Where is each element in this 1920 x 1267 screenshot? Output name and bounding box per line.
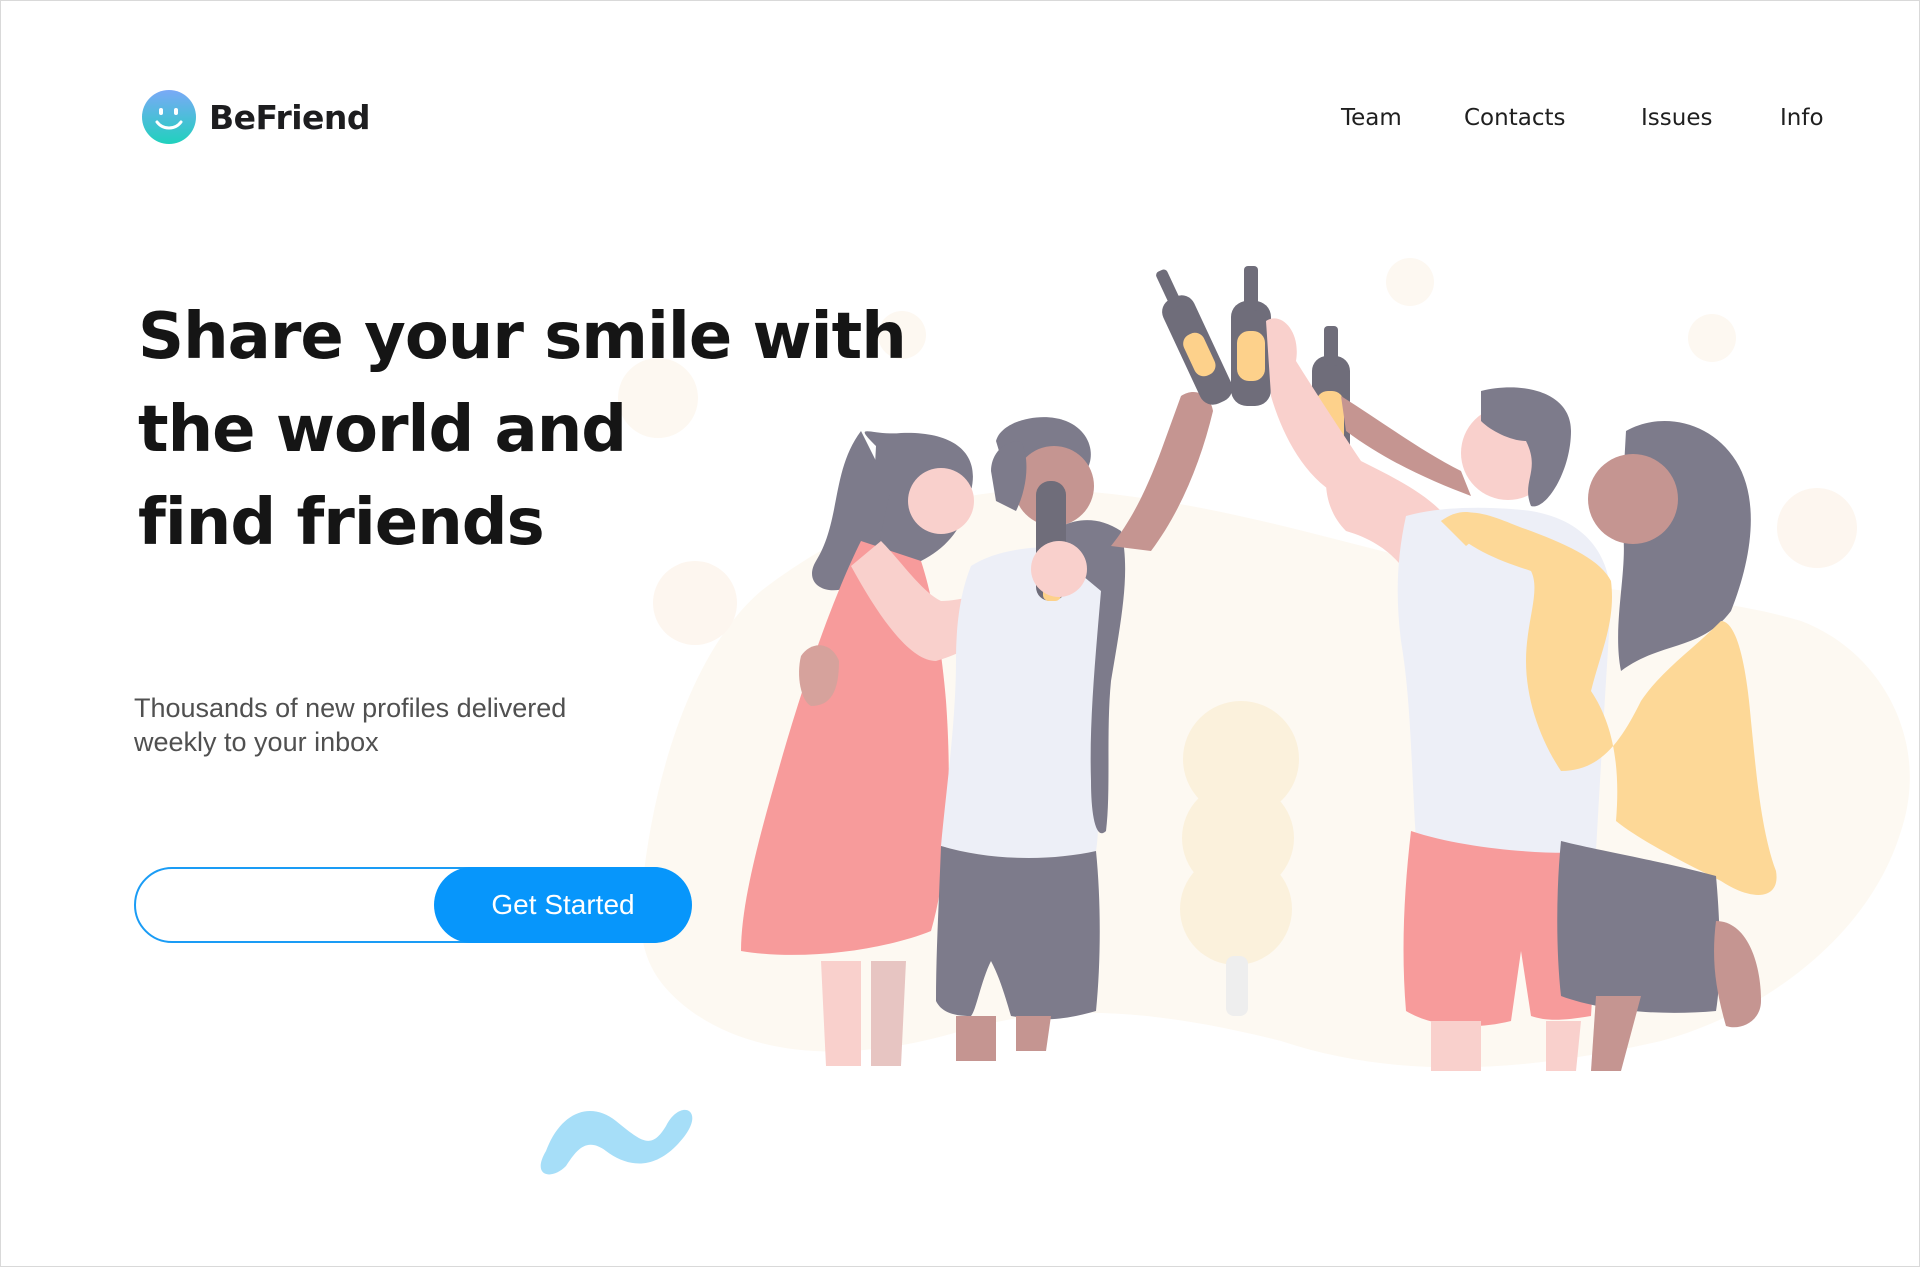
hero-illustration [540, 258, 1910, 1175]
nav-item-team[interactable]: Team [1341, 101, 1402, 135]
bottle-raised-left [1156, 269, 1233, 405]
hero-headline-line: find friends [138, 486, 545, 560]
signup-form: Get Started [134, 867, 692, 943]
email-input[interactable] [158, 881, 438, 929]
nav-item-info[interactable]: Info [1780, 101, 1824, 135]
decor-dot [1777, 488, 1857, 568]
decor-dot [1688, 314, 1736, 362]
top-nav: Team Contacts Issues Info [1, 101, 1919, 135]
get-started-button[interactable]: Get Started [434, 867, 692, 943]
decor-dot [1386, 258, 1434, 306]
hero-headline: Share your smile with the world and find… [138, 291, 907, 570]
hero-subtext-line: weekly to your inbox [134, 727, 379, 757]
hero-headline-line: the world and [138, 393, 627, 467]
hero-subtext-line: Thousands of new profiles delivered [134, 693, 567, 723]
decor-dot [653, 561, 737, 645]
bottle-raised-center [1231, 266, 1271, 406]
nav-item-contacts[interactable]: Contacts [1464, 101, 1565, 135]
landing-page: BeFriend Team Contacts Issues Info Share… [0, 0, 1920, 1267]
hero-headline-line: Share your smile with [138, 300, 907, 374]
hero-subtext: Thousands of new profiles delivered week… [134, 691, 654, 759]
nav-item-issues[interactable]: Issues [1641, 101, 1712, 135]
blue-squiggle [540, 1109, 693, 1175]
